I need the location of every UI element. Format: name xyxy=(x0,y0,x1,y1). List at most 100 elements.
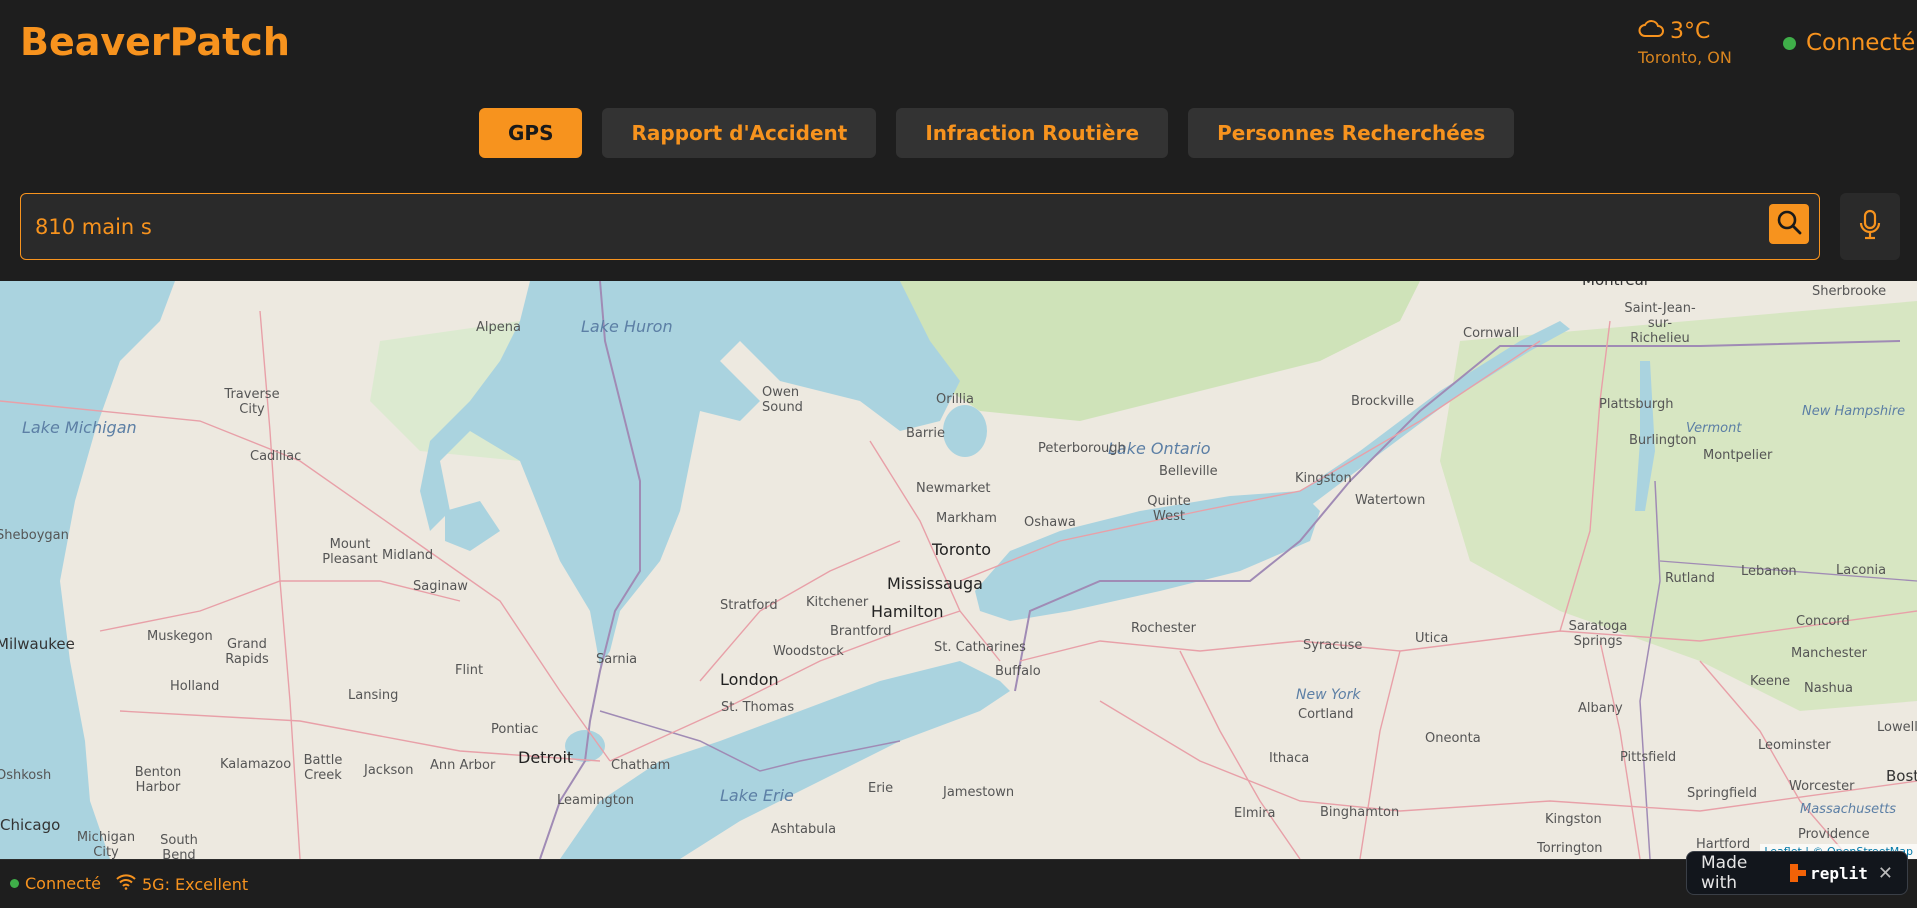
city-label: Bosto xyxy=(1886,767,1917,785)
city-label: Grand Rapids xyxy=(225,637,269,667)
city-label: Chatham xyxy=(611,758,671,773)
voice-search-button[interactable] xyxy=(1840,193,1900,260)
city-label: Utica xyxy=(1415,631,1449,646)
city-label: Jamestown xyxy=(943,785,1015,800)
city-label: Albany xyxy=(1578,701,1623,716)
city-label: Binghamton xyxy=(1320,805,1400,820)
city-label: Lebanon xyxy=(1741,564,1797,579)
city-label: Springfield xyxy=(1687,786,1758,801)
map-tiles xyxy=(0,281,1917,859)
city-label: Brockville xyxy=(1351,394,1415,409)
city-label: Flint xyxy=(455,663,484,678)
city-label: Saint-Jean-sur-Richelieu xyxy=(1624,301,1696,346)
city-label: Oshawa xyxy=(1024,515,1076,530)
city-label: Pittsfield xyxy=(1620,750,1677,765)
city-label: Brantford xyxy=(830,624,892,639)
city-label: South Bend xyxy=(160,833,198,859)
city-label: Kingston xyxy=(1295,471,1352,486)
city-label: Jackson xyxy=(364,763,414,778)
city-label: London xyxy=(720,670,779,689)
city-label: Woodstock xyxy=(773,644,844,659)
tab-accident-report[interactable]: Rapport d'Accident xyxy=(602,108,877,158)
city-label: Concord xyxy=(1796,614,1850,629)
replit-name: replit xyxy=(1810,863,1868,883)
wifi-icon xyxy=(116,874,136,894)
city-label: Laconia xyxy=(1836,563,1887,578)
map-view[interactable]: Lake Huron Lake Michigan Lake Ontario La… xyxy=(0,281,1917,859)
city-label: Mississauga xyxy=(887,574,983,593)
city-label: Syracuse xyxy=(1303,638,1363,653)
city-label: Chicago xyxy=(0,816,61,834)
city-label: Michigan City xyxy=(76,830,136,859)
city-label: Rochester xyxy=(1131,621,1196,636)
brand-logo[interactable]: BeaverPatch xyxy=(20,20,290,64)
city-label: Erie xyxy=(868,781,894,796)
replit-logo: replit xyxy=(1790,864,1868,883)
water-label: Lake Michigan xyxy=(22,418,137,437)
city-label: Lansing xyxy=(348,688,399,703)
close-icon[interactable]: ✕ xyxy=(1878,863,1893,884)
tab-gps[interactable]: GPS xyxy=(479,108,583,158)
search-bar xyxy=(20,193,1820,260)
city-label: Kalamazoo xyxy=(220,757,292,772)
search-icon xyxy=(1776,209,1802,239)
status-network: 5G: Excellent xyxy=(116,874,248,894)
city-label: Rutland xyxy=(1665,571,1715,586)
city-label: Oshkosh xyxy=(0,768,52,783)
tab-wanted-persons[interactable]: Personnes Recherchées xyxy=(1188,108,1515,158)
city-label: St. Catharines xyxy=(934,640,1026,655)
water-label: Lake Erie xyxy=(720,786,794,805)
city-label: Worcester xyxy=(1789,779,1855,794)
region-label: New York xyxy=(1296,687,1361,703)
city-label: Hartford xyxy=(1696,837,1751,852)
city-label: Ithaca xyxy=(1269,751,1310,766)
city-label: Newmarket xyxy=(916,481,991,496)
city-label: Orillia xyxy=(936,392,974,407)
search-input[interactable] xyxy=(35,210,1735,244)
weather-widget: 3°C Toronto, ON xyxy=(1638,18,1758,68)
status-dot xyxy=(10,879,19,888)
city-label: Nashua xyxy=(1804,681,1853,696)
city-label: Manchester xyxy=(1791,646,1868,661)
city-label: Ann Arbor xyxy=(430,758,496,773)
city-label: Buffalo xyxy=(995,664,1041,679)
city-label: Kitchener xyxy=(806,595,869,610)
city-label: Markham xyxy=(936,511,997,526)
city-label: Muskegon xyxy=(147,629,213,644)
city-label: Stratford xyxy=(720,598,778,613)
city-label: Barrie xyxy=(906,426,945,441)
tab-bar: GPS Rapport d'Accident Infraction Routiè… xyxy=(479,108,1515,158)
status-network-label: 5G: Excellent xyxy=(142,874,249,894)
city-label: Burlington xyxy=(1629,433,1697,448)
city-label: Lowell xyxy=(1877,720,1917,735)
city-label: Oneonta xyxy=(1425,731,1481,746)
city-label: Alpena xyxy=(476,320,521,335)
connection-label: Connecté xyxy=(1806,30,1916,56)
city-label: Keene xyxy=(1750,674,1791,689)
replit-logo-icon xyxy=(1790,864,1807,882)
search-button[interactable] xyxy=(1769,204,1809,244)
replit-badge-prefix: Made with xyxy=(1701,853,1748,893)
city-label: Sherbrooke xyxy=(1812,284,1887,299)
replit-badge[interactable]: Made with replit ✕ xyxy=(1686,851,1908,895)
city-label: St. Thomas xyxy=(721,700,795,715)
status-connection: Connecté xyxy=(10,874,101,893)
city-label: Peterborough xyxy=(1038,441,1126,456)
city-label: Ashtabula xyxy=(771,822,837,837)
city-label: Midland xyxy=(382,548,434,563)
city-label: Cadillac xyxy=(250,449,302,464)
city-label: Torrington xyxy=(1537,841,1603,856)
city-label: Battle Creek xyxy=(303,753,343,783)
city-label: Detroit xyxy=(518,748,574,767)
region-label: New Hampshire xyxy=(1802,404,1906,419)
city-label: Saratoga Springs xyxy=(1568,619,1628,649)
city-label: Sarnia xyxy=(596,652,638,667)
city-label: Traverse City xyxy=(224,387,280,417)
weather-temp: 3°C xyxy=(1670,18,1711,44)
tab-traffic-violation[interactable]: Infraction Routière xyxy=(896,108,1169,158)
city-label: Benton Harbor xyxy=(134,765,182,795)
city-label: Montpelier xyxy=(1703,448,1773,463)
city-label: Kingston xyxy=(1545,812,1602,827)
city-label: Cortland xyxy=(1298,707,1354,722)
city-label: Owen Sound xyxy=(762,385,803,415)
